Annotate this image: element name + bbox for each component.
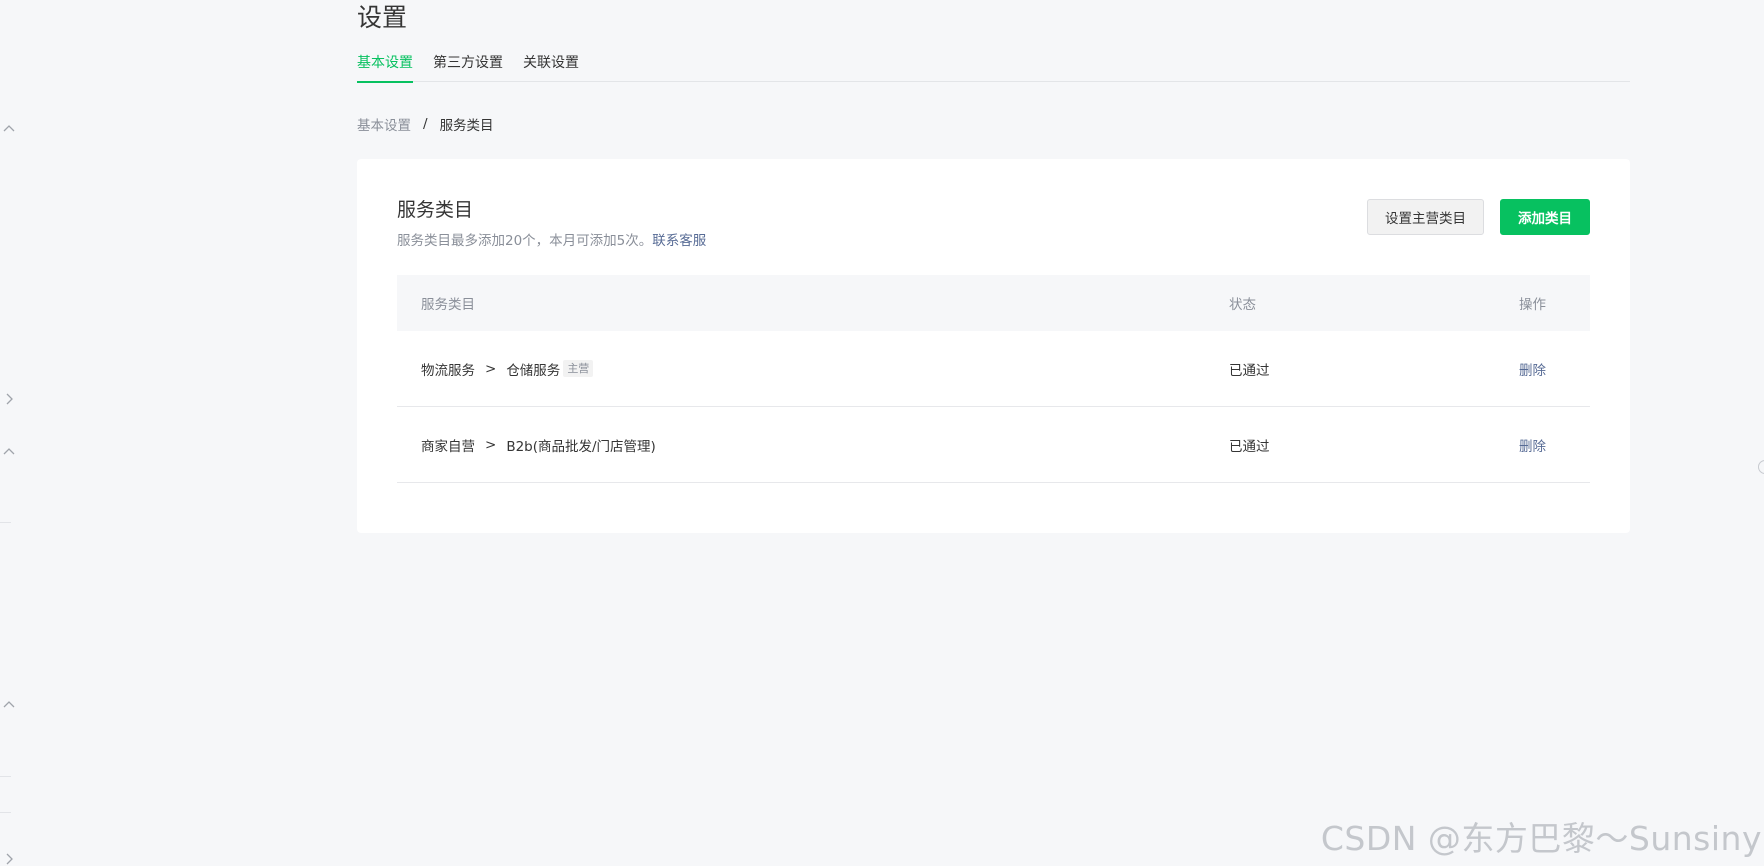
header-operation: 操作: [1519, 297, 1546, 313]
main-content: 设置 基本设置 第三方设置 关联设置 基本设置 / 服务类目 服务类目 服务类目…: [357, 0, 1630, 533]
category-table: 服务类目 状态 操作 物流服务 > 仓储服务 主营 已通过 删除 商家自营 > …: [397, 275, 1590, 483]
page-title: 设置: [357, 3, 408, 32]
table-header: 服务类目 状态 操作: [397, 275, 1590, 331]
delete-link[interactable]: 删除: [1519, 439, 1546, 455]
sidebar-chevron-right-icon[interactable]: [2, 852, 16, 866]
sidebar-divider: [0, 776, 11, 777]
status-text: 已通过: [1229, 438, 1270, 455]
category-name: 物流服务: [421, 362, 475, 379]
category-arrow: >: [485, 436, 497, 453]
sidebar-chevron-right-icon[interactable]: [2, 392, 16, 406]
service-category-card: 服务类目 服务类目最多添加20个，本月可添加5次。联系客服 设置主营类目 添加类…: [357, 159, 1630, 533]
table-row: 商家自营 > B2b(商品批发/门店管理) 已通过 删除: [397, 407, 1590, 483]
floating-help-icon[interactable]: [1758, 460, 1764, 474]
subcategory-name: B2b(商品批发/门店管理): [506, 438, 656, 455]
watermark: CSDN @东方巴黎～Sunsiny: [1320, 819, 1762, 858]
card-actions: 设置主营类目 添加类目: [1367, 199, 1590, 235]
card-description-text: 服务类目最多添加20个，本月可添加5次。: [397, 233, 653, 249]
category-path: 商家自营 > B2b(商品批发/门店管理): [397, 435, 1229, 455]
breadcrumb-parent-link[interactable]: 基本设置: [357, 114, 411, 134]
category-path: 物流服务 > 仓储服务 主营: [397, 359, 1229, 379]
tab-basic-settings[interactable]: 基本设置: [357, 54, 413, 83]
delete-link[interactable]: 删除: [1519, 363, 1546, 379]
main-category-badge: 主营: [563, 360, 594, 377]
sidebar-divider: [0, 812, 11, 813]
header-category: 服务类目: [421, 297, 475, 313]
set-main-category-button[interactable]: 设置主营类目: [1367, 199, 1484, 235]
add-category-button[interactable]: 添加类目: [1500, 199, 1590, 235]
sidebar-chevron-up-icon[interactable]: [2, 698, 16, 712]
sidebar-chevron-up-icon[interactable]: [2, 122, 16, 136]
header-status: 状态: [1229, 297, 1256, 313]
category-arrow: >: [485, 360, 497, 377]
status-text: 已通过: [1229, 362, 1270, 379]
subcategory-name: 仓储服务: [506, 362, 561, 379]
breadcrumb: 基本设置 / 服务类目: [357, 114, 1630, 134]
breadcrumb-current: 服务类目: [439, 118, 494, 134]
table-row: 物流服务 > 仓储服务 主营 已通过 删除: [397, 331, 1590, 407]
category-name: 商家自营: [421, 438, 475, 455]
contact-support-link[interactable]: 联系客服: [652, 233, 706, 249]
breadcrumb-separator: /: [423, 116, 428, 132]
tab-third-party-settings[interactable]: 第三方设置: [433, 54, 503, 82]
sidebar-chevron-up-icon[interactable]: [2, 445, 16, 459]
settings-tabs: 基本设置 第三方设置 关联设置: [357, 54, 1630, 83]
sidebar-divider: [0, 522, 11, 523]
tab-linked-settings[interactable]: 关联设置: [523, 54, 579, 82]
